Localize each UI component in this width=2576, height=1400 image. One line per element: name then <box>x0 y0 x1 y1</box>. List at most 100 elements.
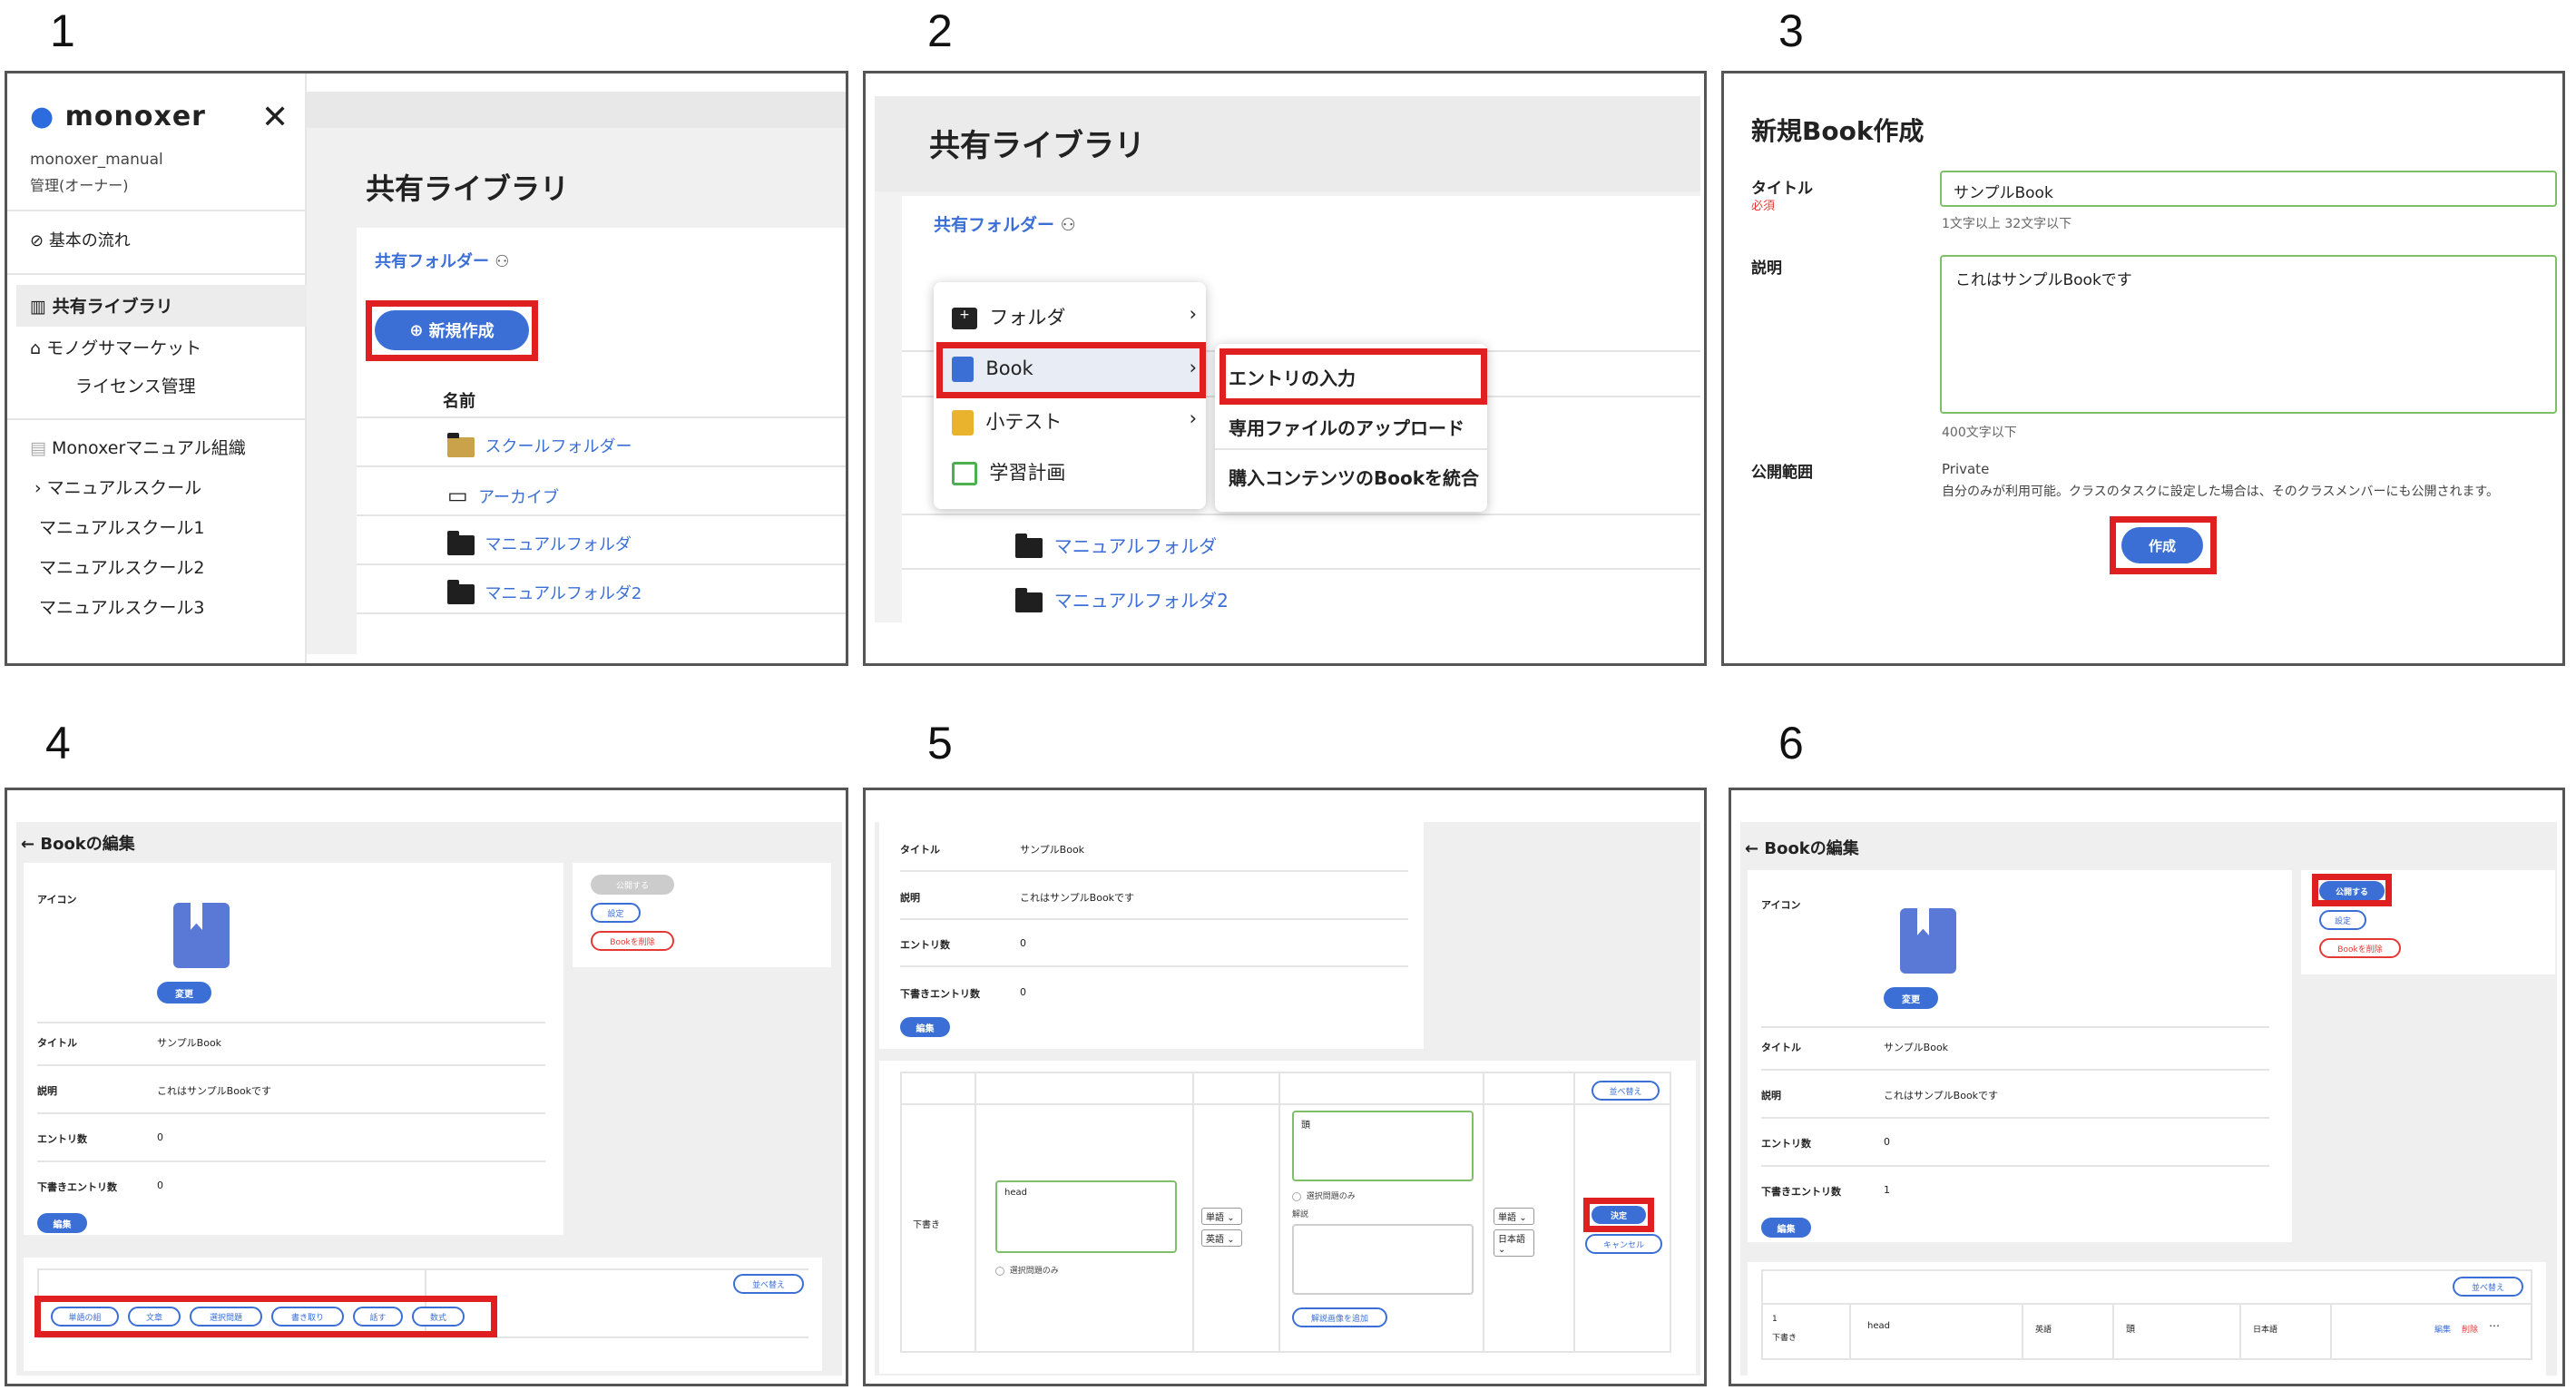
settings-button[interactable]: 設定 <box>591 903 641 923</box>
nav-basic-flow[interactable]: ⊘ 基本の流れ <box>30 228 131 251</box>
title-hint: 1文字以上 32文字以下 <box>1942 217 2072 231</box>
highlight-box <box>2312 874 2392 906</box>
field-label-desc: 説明 <box>1761 1090 1781 1101</box>
sort-button[interactable]: 並べ替え <box>2453 1277 2523 1297</box>
required-badge: 必須 <box>1751 200 1776 213</box>
row-delete-link[interactable]: 削除 <box>2462 1323 2478 1335</box>
answer-type-select[interactable]: 単語 ⌄ <box>1494 1208 1534 1225</box>
nav-org[interactable]: ▤ Monoxerマニュアル組織 <box>30 435 246 459</box>
close-icon[interactable]: ✕ <box>261 99 289 136</box>
field-value-drafts: 0 <box>1020 986 1026 998</box>
icon-label: アイコン <box>1761 899 1801 911</box>
field-label-title: タイトル <box>900 844 940 856</box>
menu-item-folder[interactable]: + フォルダ › <box>952 303 1197 330</box>
explanation-textarea[interactable] <box>1292 1224 1474 1295</box>
submenu-file-upload[interactable]: 専用ファイルのアップロード <box>1229 414 1464 440</box>
row-manual-folder-2[interactable]: マニュアルフォルダ2 <box>447 580 642 604</box>
question-value: head <box>1004 1188 1027 1198</box>
field-value-entries: 0 <box>157 1131 163 1143</box>
drop-icon: ● <box>30 101 55 132</box>
folder-icon <box>447 580 475 604</box>
delete-book-button[interactable]: Bookを削除 <box>591 931 674 951</box>
field-value-title: サンプルBook <box>1020 844 1085 856</box>
org-icon: ▤ <box>30 438 52 458</box>
edit-button[interactable]: 編集 <box>37 1213 87 1233</box>
row-manual-folder[interactable]: マニュアルフォルダ <box>1015 532 1217 558</box>
shared-folder-link[interactable]: 共有フォルダー ⚇ <box>375 249 509 272</box>
settings-button[interactable]: 設定 <box>2319 910 2366 930</box>
nav-school[interactable]: › マニュアルスクール <box>34 475 201 499</box>
chevron-right-icon: › <box>34 478 47 498</box>
field-label-entries: エントリ数 <box>37 1133 87 1145</box>
book-icon <box>1900 908 1956 974</box>
field-value-title: サンプルBook <box>1884 1042 1949 1053</box>
back-heading[interactable]: ← Bookの編集 <box>21 831 135 855</box>
field-label-title: タイトル <box>37 1037 77 1049</box>
folder-icon <box>447 531 475 555</box>
more-icon[interactable]: ⋯ <box>2489 1319 2500 1332</box>
row-archive[interactable]: ▭ アーカイブ <box>447 483 559 508</box>
row-number: 1 <box>1772 1315 1778 1324</box>
submenu-merge-purchased[interactable]: 購入コンテンツのBookを統合 <box>1229 464 1479 490</box>
question-type-select[interactable]: 単語 ⌄ <box>1201 1208 1242 1225</box>
scope-value: Private <box>1942 461 1990 477</box>
menu-item-plan[interactable]: 学習計画 <box>952 458 1065 485</box>
book-info-card <box>879 822 1424 1049</box>
nav-market[interactable]: ⌂ モノグサマーケット <box>30 335 201 359</box>
change-icon-button[interactable]: 変更 <box>157 982 211 1003</box>
checkbox-icon <box>1292 1191 1301 1201</box>
field-label-desc: 説明 <box>900 892 920 904</box>
change-icon-button[interactable]: 変更 <box>1884 987 1938 1009</box>
question-lang-select[interactable]: 英語 ⌄ <box>1201 1229 1242 1247</box>
field-value-entries: 0 <box>1884 1136 1890 1148</box>
back-heading[interactable]: ← Bookの編集 <box>1745 836 1859 859</box>
title-label: タイトル <box>1751 180 1813 198</box>
chevron-down-icon: ⌄ <box>1519 1213 1527 1223</box>
basket-icon: ⌂ <box>30 338 47 358</box>
row-manual-folder[interactable]: マニュアルフォルダ <box>447 531 632 555</box>
highlight-box <box>2110 516 2217 574</box>
book-icon <box>173 903 230 968</box>
screenshot-1: ● monoxer ✕ monoxer_manual 管理(オーナー) ⊘ 基本… <box>5 71 848 666</box>
nav-school-2[interactable]: マニュアルスクール2 <box>39 554 205 579</box>
row-manual-folder-2[interactable]: マニュアルフォルダ2 <box>1015 586 1229 612</box>
nav-shared-library[interactable]: ▥ 共有ライブラリ <box>30 293 173 318</box>
edit-button[interactable]: 編集 <box>900 1017 950 1037</box>
sort-button[interactable]: 並べ替え <box>733 1274 804 1294</box>
cancel-button[interactable]: キャンセル <box>1585 1234 1662 1254</box>
edit-button[interactable]: 編集 <box>1761 1218 1811 1238</box>
publish-button-disabled[interactable]: 公開する <box>591 875 674 895</box>
menu-item-quiz[interactable]: 小テスト › <box>952 407 1197 436</box>
entries-table <box>1761 1269 2532 1360</box>
nav-license[interactable]: ライセンス管理 <box>75 373 196 397</box>
add-explanation-image-button[interactable]: 解説画像を追加 <box>1292 1307 1387 1327</box>
highlight-box <box>1219 348 1487 405</box>
row-school-folder[interactable]: スクールフォルダー <box>447 433 632 457</box>
answer-value: 頭 <box>1301 1121 1310 1131</box>
choice-only-checkbox-1[interactable]: 選択問題のみ <box>995 1264 1059 1276</box>
desc-value: これはサンプルBookです <box>1955 271 2132 289</box>
library-icon: ▥ <box>30 297 53 317</box>
sort-button[interactable]: 並べ替え <box>1592 1081 1660 1101</box>
highlight-box <box>936 342 1206 398</box>
answer-lang-select[interactable]: 日本語 ⌄ <box>1494 1229 1534 1257</box>
folder-icon <box>1015 533 1043 558</box>
nav-school-3[interactable]: マニュアルスクール3 <box>39 594 205 619</box>
answer-textarea[interactable] <box>1292 1111 1474 1181</box>
delete-book-button[interactable]: Bookを削除 <box>2319 938 2401 958</box>
choice-only-checkbox-2[interactable]: 選択問題のみ <box>1292 1190 1356 1201</box>
form-heading: 新規Book作成 <box>1751 116 1925 146</box>
nav-school-1[interactable]: マニュアルスクール1 <box>39 514 205 539</box>
step-number-3: 3 <box>1778 5 1804 56</box>
shared-folder-link[interactable]: 共有フォルダー ⚇ <box>934 211 1076 236</box>
row-edit-link[interactable]: 編集 <box>2434 1323 2451 1335</box>
field-value-entries: 0 <box>1020 937 1026 949</box>
folder-icon <box>447 433 475 457</box>
field-value-desc: これはサンプルBookです <box>1020 892 1135 904</box>
column-name: 名前 <box>443 392 475 411</box>
user-name: monoxer_manual <box>30 151 163 169</box>
folder-icon <box>1015 587 1043 612</box>
highlight-box <box>34 1296 497 1337</box>
row-question-lang: 英語 <box>2035 1326 2052 1335</box>
step-number-2: 2 <box>927 5 953 56</box>
